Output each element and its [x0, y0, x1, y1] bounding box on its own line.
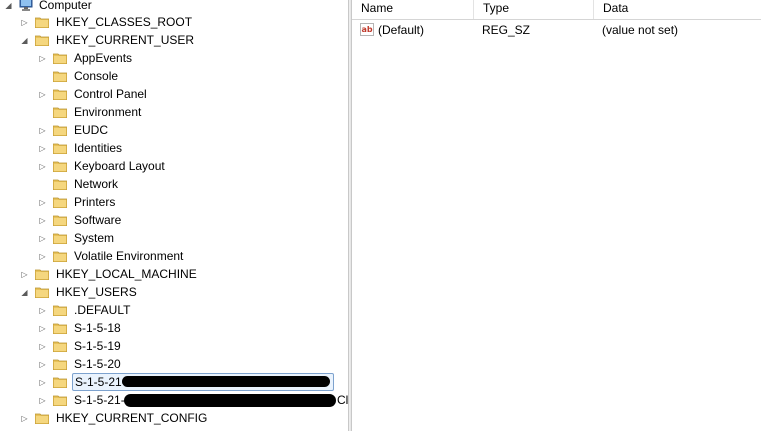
folder-icon: [53, 340, 67, 352]
list-header: Name Type Data: [352, 0, 761, 20]
expand-arrow-icon[interactable]: ▷: [38, 126, 47, 135]
value-type: REG_SZ: [482, 23, 531, 37]
registry-tree[interactable]: ◢ Computer ▷ HKEY_CLASSES_ROOT ◢ HKEY_CU…: [0, 0, 348, 431]
tree-node-hkey-current-config[interactable]: ▷ HKEY_CURRENT_CONFIG: [20, 409, 348, 427]
tree-node-control-panel[interactable]: ▷ Control Panel: [38, 85, 348, 103]
expand-arrow-icon[interactable]: ▷: [38, 342, 47, 351]
tree-node-console[interactable]: Console: [38, 67, 348, 85]
registry-editor: ◢ Computer ▷ HKEY_CLASSES_ROOT ◢ HKEY_CU…: [0, 0, 761, 431]
folder-icon: [53, 358, 67, 370]
expand-arrow-icon[interactable]: ▷: [38, 252, 47, 261]
tree-node-environment[interactable]: Environment: [38, 103, 348, 121]
redaction-mark: [122, 376, 330, 387]
expand-arrow-icon[interactable]: ▷: [20, 414, 29, 423]
string-value-icon: ab: [360, 23, 374, 36]
folder-icon: [53, 70, 67, 82]
tree-node-network[interactable]: Network: [38, 175, 348, 193]
tree-node-volatile-environment[interactable]: ▷ Volatile Environment: [38, 247, 348, 265]
collapse-arrow-icon[interactable]: ◢: [20, 36, 29, 45]
folder-icon: [53, 322, 67, 334]
folder-icon: [35, 412, 49, 424]
expand-arrow-icon[interactable]: ▷: [20, 18, 29, 27]
expand-arrow-icon[interactable]: ▷: [38, 54, 47, 63]
tree-node-system[interactable]: ▷ System: [38, 229, 348, 247]
tree-node-s-1-5-19[interactable]: ▷ S-1-5-19: [38, 337, 348, 355]
column-header-data[interactable]: Data: [594, 0, 761, 19]
expand-arrow-icon[interactable]: ▷: [38, 324, 47, 333]
folder-icon: [53, 232, 67, 244]
tree-node-identities[interactable]: ▷ Identities: [38, 139, 348, 157]
folder-icon: [53, 304, 67, 316]
expand-arrow-icon[interactable]: ▷: [38, 90, 47, 99]
tree-node-label: Computer: [39, 0, 92, 12]
folder-open-icon: [35, 286, 49, 298]
tree-node-s-1-5-20[interactable]: ▷ S-1-5-20: [38, 355, 348, 373]
tree-node-keyboard-layout[interactable]: ▷ Keyboard Layout: [38, 157, 348, 175]
tree-node-computer[interactable]: ◢ Computer: [4, 0, 344, 14]
folder-icon: [53, 250, 67, 262]
folder-open-icon: [35, 34, 49, 46]
expand-arrow-icon[interactable]: ▷: [38, 198, 47, 207]
collapse-arrow-icon[interactable]: ◢: [4, 1, 13, 10]
folder-icon: [53, 394, 67, 406]
value-data: (value not set): [602, 23, 679, 37]
expand-arrow-icon[interactable]: ▷: [38, 396, 47, 405]
tree-node-hkey-users[interactable]: ◢ HKEY_USERS: [20, 283, 348, 301]
folder-icon: [53, 214, 67, 226]
column-header-name[interactable]: Name: [352, 0, 474, 19]
tree-node-appevents[interactable]: ▷ AppEvents: [38, 49, 348, 67]
tree-node-s-1-5-18[interactable]: ▷ S-1-5-18: [38, 319, 348, 337]
tree-node-printers[interactable]: ▷ Printers: [38, 193, 348, 211]
values-list[interactable]: Name Type Data ab (Default) REG_SZ (valu…: [352, 0, 761, 431]
expand-arrow-icon[interactable]: ▷: [38, 234, 47, 243]
tree-node-hkey-local-machine[interactable]: ▷ HKEY_LOCAL_MACHINE: [20, 265, 348, 283]
redaction-mark: [124, 394, 336, 407]
tree-node-eudc[interactable]: ▷ EUDC: [38, 121, 348, 139]
column-header-type[interactable]: Type: [474, 0, 594, 19]
folder-icon: [53, 160, 67, 172]
expand-arrow-icon[interactable]: ▷: [38, 360, 47, 369]
computer-icon: [19, 0, 33, 11]
folder-icon: [53, 196, 67, 208]
folder-icon: [53, 52, 67, 64]
tree-node-default[interactable]: ▷ .DEFAULT: [38, 301, 348, 319]
expand-arrow-icon[interactable]: ▷: [38, 162, 47, 171]
expand-arrow-icon[interactable]: ▷: [38, 144, 47, 153]
folder-icon: [53, 106, 67, 118]
folder-icon: [35, 16, 49, 28]
folder-icon: [53, 178, 67, 190]
expand-arrow-icon[interactable]: ▷: [38, 306, 47, 315]
value-name: (Default): [378, 23, 425, 37]
expand-arrow-icon[interactable]: ▷: [38, 378, 47, 387]
tree-node-hkey-current-user[interactable]: ◢ HKEY_CURRENT_USER: [20, 31, 348, 49]
list-item[interactable]: ab (Default) REG_SZ (value not set): [352, 20, 761, 40]
tree-node-software[interactable]: ▷ Software: [38, 211, 348, 229]
folder-icon: [53, 88, 67, 100]
folder-icon: [53, 142, 67, 154]
folder-icon: [53, 124, 67, 136]
tree-node-hkey-classes-root[interactable]: ▷ HKEY_CLASSES_ROOT: [20, 13, 348, 31]
collapse-arrow-icon[interactable]: ◢: [20, 288, 29, 297]
folder-icon: [53, 376, 67, 388]
folder-icon: [35, 268, 49, 280]
tree-node-redacted-suffix: Cl: [337, 393, 348, 407]
expand-arrow-icon[interactable]: ▷: [38, 216, 47, 225]
expand-arrow-icon[interactable]: ▷: [20, 270, 29, 279]
